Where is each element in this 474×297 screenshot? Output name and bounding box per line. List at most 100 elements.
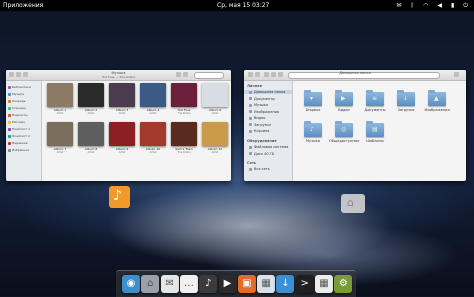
chat-icon[interactable]: … <box>179 275 198 293</box>
music-sidebar-item[interactable]: Избранное <box>8 148 29 152</box>
files-sidebar-item[interactable]: Домашняя папка <box>244 90 292 94</box>
album-cover[interactable] <box>202 83 228 107</box>
mail-indicator-icon[interactable]: ✉ <box>396 0 401 11</box>
files-sidebar-label: Корзина <box>254 129 270 133</box>
music-sidebar-item[interactable]: Недавние <box>8 141 28 145</box>
music-sidebar-label: Станции <box>12 106 26 110</box>
album-artist: Artist <box>149 112 157 115</box>
place-icon <box>249 167 252 171</box>
terminal-icon[interactable]: > <box>295 275 314 293</box>
place-icon <box>249 90 252 94</box>
album-cover[interactable] <box>171 122 197 146</box>
folder-icon[interactable]: ≡ <box>366 90 384 106</box>
wifi-indicator-icon[interactable]: ◠ <box>423 0 428 11</box>
view-list-button[interactable] <box>183 72 188 77</box>
music-sidebar: Библиотека Музыка Очередь Станции Подкасты Ма… <box>6 81 42 181</box>
folder-icon[interactable]: ↓ <box>397 90 415 106</box>
files-sidebar-item[interactable]: Музыка <box>249 103 268 107</box>
folder-emblem-icon: ♪ <box>310 126 314 133</box>
dock-glyph: ✉ <box>165 278 174 289</box>
album-artist: Artist <box>56 112 64 115</box>
music-sidebar-item[interactable]: Очередь <box>8 99 26 103</box>
files-sidebar-label: Документы <box>254 96 275 101</box>
album-cover[interactable] <box>109 83 135 107</box>
playlist-icon <box>8 113 11 117</box>
music-window[interactable]: Музыка Hot Fuss — The Killers Библиотека… <box>6 70 231 181</box>
files-sidebar-label: Домашняя папка <box>254 90 286 94</box>
files-sidebar-label: Вся сеть <box>254 167 270 171</box>
files-titlebar[interactable]: Домашняя папка <box>244 70 466 81</box>
music-sidebar-item[interactable]: Подкасты <box>8 113 28 117</box>
folder-emblem-icon: ↓ <box>403 95 409 102</box>
album-cover[interactable] <box>109 122 135 146</box>
music-search-input[interactable] <box>194 72 224 79</box>
dock-glyph: ▦ <box>319 278 329 289</box>
midori-browser-icon[interactable]: ◉ <box>122 275 140 293</box>
volume-indicator-icon[interactable]: ◀ <box>437 0 442 11</box>
folder-icon[interactable]: ▤ <box>366 121 384 137</box>
files-sidebar-item[interactable]: Видео <box>249 116 265 120</box>
music-sidebar-item[interactable]: Библиотека <box>8 85 31 89</box>
files-sidebar-item[interactable]: Документы <box>249 97 275 101</box>
music-sidebar-item[interactable]: Плейлист 1 <box>8 127 30 131</box>
album-cover[interactable] <box>140 83 166 107</box>
folder-icon[interactable]: ▲ <box>428 90 446 106</box>
album-cover[interactable] <box>47 122 73 146</box>
album-cover[interactable] <box>78 83 104 107</box>
music-sidebar-item[interactable]: Музыка <box>8 92 24 96</box>
dock-glyph: ◉ <box>126 278 136 289</box>
place-icon <box>249 123 252 126</box>
folder-icon[interactable]: ◎ <box>335 121 353 137</box>
album-cover[interactable] <box>78 122 104 146</box>
folder-label: Общедоступные <box>329 139 360 143</box>
indicator-area: ✉ ᛒ ◠ ◀ ▮ ⏻ <box>396 0 468 11</box>
calendar-icon[interactable]: ▦ <box>315 275 333 293</box>
files-sidebar-item[interactable]: Файловая система <box>249 145 288 149</box>
video-player-icon[interactable]: ▶ <box>218 275 237 293</box>
view-grid-button[interactable] <box>176 72 181 77</box>
music-app-drag-icon[interactable]: ♪ <box>109 186 130 208</box>
files-sidebar-label: Файловая система <box>254 145 289 149</box>
files-home-icon[interactable]: ⌂ <box>141 275 160 293</box>
dock-glyph: ▶ <box>223 278 232 289</box>
software-center-icon[interactable]: ↓ <box>276 275 295 293</box>
music-player-icon[interactable]: ♪ <box>199 275 218 293</box>
files-sidebar-item[interactable]: Диск 40 ГБ <box>249 152 274 156</box>
music-sidebar-label: Библиотека <box>12 85 31 89</box>
applications-menu[interactable]: Приложения <box>3 0 43 11</box>
folder-icon[interactable]: ▾ <box>304 90 322 106</box>
music-sidebar-item[interactable]: Плейлист 2 <box>8 134 30 138</box>
dock-glyph: ♪ <box>204 278 212 289</box>
system-settings-icon[interactable]: ⚙ <box>334 275 353 293</box>
album-artist: Artist <box>149 151 157 154</box>
music-sidebar-label: Недавние <box>12 141 28 145</box>
files-window[interactable]: Домашняя папка Личное Домашняя папка Доку… <box>244 70 466 181</box>
files-sidebar-item[interactable]: Загрузки <box>249 123 271 127</box>
music-sidebar-item[interactable]: Станции <box>8 106 26 110</box>
album-cover[interactable] <box>202 122 228 146</box>
album-cover[interactable] <box>47 83 73 107</box>
files-sidebar-item[interactable]: Изображения <box>249 110 279 114</box>
session-indicator-icon[interactable]: ⏻ <box>463 0 468 11</box>
files-sidebar-item[interactable]: Вся сеть <box>249 167 270 171</box>
album-artist: The Killers <box>177 112 191 115</box>
mail-icon[interactable]: ✉ <box>160 275 179 293</box>
home-folder-drag-icon[interactable]: ⌂ <box>341 194 365 213</box>
music-sidebar-item[interactable]: Магазин <box>8 120 25 124</box>
photos-icon[interactable]: ▣ <box>237 275 256 293</box>
files-sidebar-label: Изображения <box>254 109 280 114</box>
files-sidebar: Личное Домашняя папка Документы Музыка Изоб… <box>244 81 293 181</box>
battery-indicator-icon[interactable]: ▮ <box>451 0 454 11</box>
album-cover[interactable] <box>140 122 166 146</box>
playlist-icon <box>8 134 11 138</box>
folder-icon[interactable]: ▶ <box>335 90 353 106</box>
top-panel: Приложения Ср, мая 15 03:27 ✉ ᛒ ◠ ◀ ▮ ⏻ <box>0 0 474 11</box>
album-cover[interactable] <box>171 83 197 107</box>
music-titlebar[interactable]: Музыка Hot Fuss — The Killers <box>6 70 231 81</box>
files-sidebar-item[interactable]: Корзина <box>249 129 269 133</box>
clock[interactable]: Ср, мая 15 03:27 <box>217 0 269 11</box>
shotwell-icon[interactable]: ▦ <box>257 275 276 293</box>
bluetooth-indicator-icon[interactable]: ᛒ <box>410 0 414 11</box>
sidebar-header-personal: Личное <box>247 84 262 88</box>
folder-icon[interactable]: ♪ <box>304 121 322 137</box>
